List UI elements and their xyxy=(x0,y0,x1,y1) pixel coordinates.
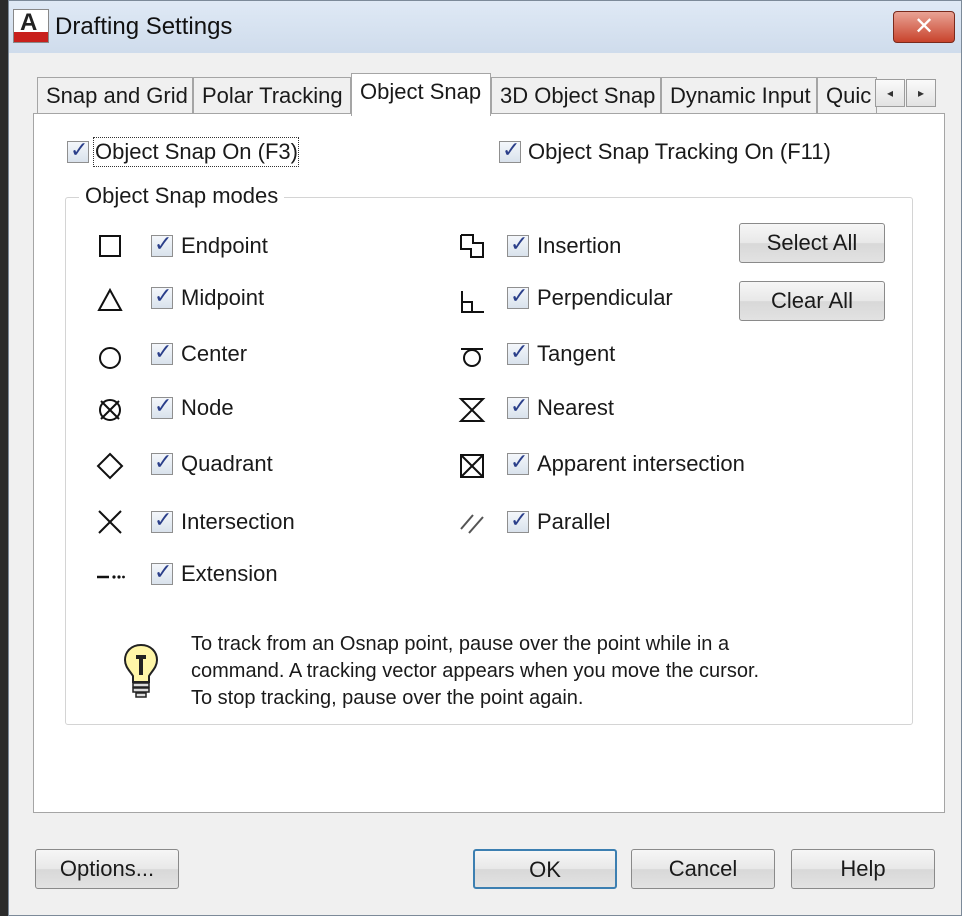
insertion-label[interactable]: Insertion xyxy=(537,233,621,259)
insertion-marker-icon xyxy=(457,231,487,261)
arrow-right-icon: ▸ xyxy=(917,86,925,100)
autocad-app-icon: A xyxy=(13,9,49,43)
check-icon: ✓ xyxy=(510,232,529,257)
cancel-button[interactable]: Cancel xyxy=(631,849,775,889)
tab-object-snap[interactable]: Object Snap xyxy=(351,73,491,116)
extension-checkbox[interactable]: ✓ xyxy=(151,560,173,585)
check-icon: ✓ xyxy=(510,284,529,309)
intersection-label[interactable]: Intersection xyxy=(181,509,295,535)
tracking-tip-text: To track from an Osnap point, pause over… xyxy=(191,633,760,709)
drafting-settings-dialog: A Drafting Settings ✕ Snap and Grid Pola… xyxy=(8,0,962,916)
ok-button[interactable]: OK xyxy=(473,849,617,889)
object-snap-tracking-checkbox[interactable]: ✓ xyxy=(499,138,521,163)
clear-all-button[interactable]: Clear All xyxy=(739,281,885,321)
select-all-button[interactable]: Select All xyxy=(739,223,885,263)
check-icon: ✓ xyxy=(154,508,173,533)
check-icon: ✓ xyxy=(510,508,529,533)
triangle-marker-icon xyxy=(95,285,125,315)
quadrant-checkbox[interactable]: ✓ xyxy=(151,450,173,475)
extension-marker-icon xyxy=(95,561,125,591)
diamond-marker-icon xyxy=(95,451,125,481)
nearest-checkbox[interactable]: ✓ xyxy=(507,394,529,419)
apparent-intersection-checkbox[interactable]: ✓ xyxy=(507,450,529,475)
endpoint-label[interactable]: Endpoint xyxy=(181,233,268,259)
tab-dynamic-input[interactable]: Dynamic Input xyxy=(661,77,817,115)
check-icon: ✓ xyxy=(510,340,529,365)
square-marker-icon xyxy=(95,231,125,261)
object-snap-on-label[interactable]: Object Snap On (F3) xyxy=(95,139,298,165)
insertion-checkbox[interactable]: ✓ xyxy=(507,232,529,257)
object-snap-tracking-label[interactable]: Object Snap Tracking On (F11) xyxy=(528,139,831,165)
lightbulb-icon xyxy=(121,641,161,699)
center-checkbox[interactable]: ✓ xyxy=(151,340,173,365)
extension-label[interactable]: Extension xyxy=(181,561,278,587)
tab-strip: Snap and Grid Polar Tracking Object Snap… xyxy=(37,73,877,116)
help-button[interactable]: Help xyxy=(791,849,935,889)
check-icon: ✓ xyxy=(70,138,89,163)
check-icon: ✓ xyxy=(502,138,521,163)
check-icon: ✓ xyxy=(154,232,173,257)
check-icon: ✓ xyxy=(154,284,173,309)
x-marker-icon xyxy=(95,507,125,537)
intersection-checkbox[interactable]: ✓ xyxy=(151,508,173,533)
check-icon: ✓ xyxy=(154,394,173,419)
circle-marker-icon xyxy=(95,343,125,373)
close-button[interactable]: ✕ xyxy=(893,11,955,43)
check-icon: ✓ xyxy=(510,394,529,419)
close-icon: ✕ xyxy=(913,13,935,40)
midpoint-label[interactable]: Midpoint xyxy=(181,285,264,311)
tab-scroll-left-button[interactable]: ◂ xyxy=(875,79,905,107)
perpendicular-marker-icon xyxy=(457,287,487,317)
quadrant-label[interactable]: Quadrant xyxy=(181,451,273,477)
tangent-label[interactable]: Tangent xyxy=(537,341,615,367)
check-icon: ✓ xyxy=(154,450,173,475)
title-bar[interactable]: A Drafting Settings ✕ xyxy=(9,1,961,53)
center-label[interactable]: Center xyxy=(181,341,247,367)
tangent-checkbox[interactable]: ✓ xyxy=(507,340,529,365)
endpoint-checkbox[interactable]: ✓ xyxy=(151,232,173,257)
apparent-intersection-label[interactable]: Apparent intersection xyxy=(537,451,745,477)
tangent-marker-icon xyxy=(457,341,487,371)
arrow-left-icon: ◂ xyxy=(886,86,894,100)
apparent-intersection-marker-icon xyxy=(457,451,487,481)
tab-3d-object-snap[interactable]: 3D Object Snap xyxy=(491,77,661,115)
check-icon: ✓ xyxy=(154,340,173,365)
node-label[interactable]: Node xyxy=(181,395,234,421)
check-icon: ✓ xyxy=(154,560,173,585)
options-button[interactable]: Options... xyxy=(35,849,179,889)
tab-scroll-buttons: ◂ ▸ xyxy=(875,79,937,107)
object-snap-on-checkbox[interactable]: ✓ xyxy=(67,138,89,163)
tab-snap-and-grid[interactable]: Snap and Grid xyxy=(37,77,193,115)
midpoint-checkbox[interactable]: ✓ xyxy=(151,284,173,309)
perpendicular-checkbox[interactable]: ✓ xyxy=(507,284,529,309)
check-icon: ✓ xyxy=(510,450,529,475)
tab-quick-properties[interactable]: Quic xyxy=(817,77,877,115)
nearest-label[interactable]: Nearest xyxy=(537,395,614,421)
node-checkbox[interactable]: ✓ xyxy=(151,394,173,419)
node-marker-icon xyxy=(95,395,125,425)
object-snap-modes-title: Object Snap modes xyxy=(79,183,285,209)
parallel-marker-icon xyxy=(457,507,487,537)
tab-scroll-right-button[interactable]: ▸ xyxy=(906,79,936,107)
nearest-marker-icon xyxy=(457,395,487,425)
parallel-checkbox[interactable]: ✓ xyxy=(507,508,529,533)
perpendicular-label[interactable]: Perpendicular xyxy=(537,285,673,311)
tab-polar-tracking[interactable]: Polar Tracking xyxy=(193,77,351,115)
parallel-label[interactable]: Parallel xyxy=(537,509,610,535)
window-title: Drafting Settings xyxy=(55,13,233,40)
